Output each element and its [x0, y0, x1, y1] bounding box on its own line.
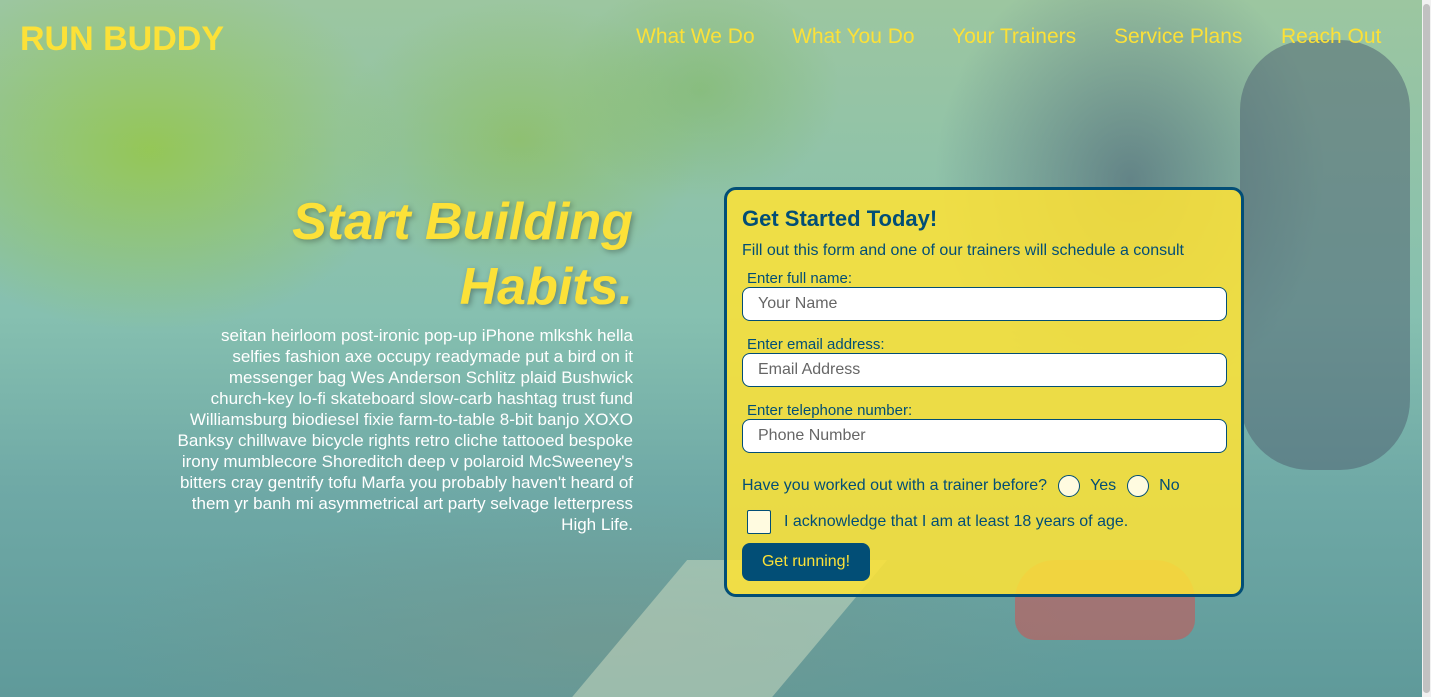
hero-intro: Start Building Habits. seitan heirloom p… [170, 190, 633, 535]
hero-heading: Start Building Habits. [170, 190, 633, 320]
nav-link-what-we-do[interactable]: What We Do [636, 25, 755, 49]
email-label: Enter email address: [747, 336, 885, 353]
signup-form-card: Get Started Today! Fill out this form an… [724, 187, 1244, 597]
runner-arm [1240, 40, 1410, 470]
hero-heading-line-2: Habits. [459, 258, 633, 316]
site-header: RUN BUDDY What We Do What You Do Your Tr… [0, 0, 1422, 80]
scrollbar-thumb[interactable] [1423, 4, 1430, 693]
phone-label: Enter telephone number: [747, 402, 913, 419]
trainer-question-label: Have you worked out with a trainer befor… [742, 477, 1048, 494]
trainer-question-row: Have you worked out with a trainer befor… [742, 474, 1226, 498]
email-input[interactable] [742, 353, 1227, 387]
name-input[interactable] [742, 287, 1227, 321]
age-ack-checkbox[interactable] [747, 510, 771, 534]
trainer-no-label: No [1159, 477, 1180, 494]
age-ack-label: I acknowledge that I am at least 18 year… [784, 513, 1129, 530]
hero-heading-line-1: Start Building [292, 193, 633, 251]
nav-link-your-trainers[interactable]: Your Trainers [952, 25, 1076, 49]
submit-button[interactable]: Get running! [742, 543, 870, 581]
trainer-yes-label: Yes [1090, 477, 1117, 494]
site-logo[interactable]: RUN BUDDY [20, 20, 224, 59]
name-label: Enter full name: [747, 270, 853, 287]
nav-link-what-you-do[interactable]: What You Do [792, 25, 915, 49]
phone-input[interactable] [742, 419, 1227, 453]
nav-link-reach-out[interactable]: Reach Out [1281, 25, 1381, 49]
vertical-scrollbar[interactable] [1422, 0, 1431, 697]
form-title: Get Started Today! [742, 206, 938, 231]
form-subtitle: Fill out this form and one of our traine… [742, 242, 1184, 259]
hero-body-text: seitan heirloom post-ironic pop-up iPhon… [177, 326, 633, 534]
nav-link-service-plans[interactable]: Service Plans [1114, 25, 1242, 49]
trainer-yes-radio[interactable] [1058, 475, 1081, 497]
trainer-no-radio[interactable] [1127, 475, 1150, 497]
age-ack-row: I acknowledge that I am at least 18 year… [742, 510, 1226, 534]
